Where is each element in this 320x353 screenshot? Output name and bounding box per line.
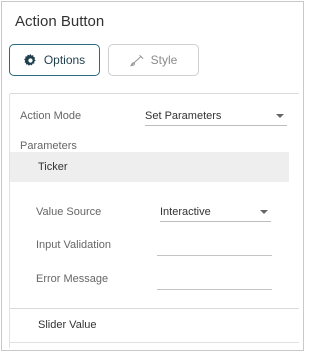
divider [10,342,299,343]
parameter-item-label: Ticker [38,161,68,173]
parameter-item-ticker[interactable]: Ticker [10,152,289,182]
panel-title: Action Button [15,13,105,30]
gear-icon [23,53,37,67]
chevron-down-icon [260,209,268,214]
value-source-label: Value Source [36,206,102,218]
action-mode-dropdown[interactable]: Set Parameters [145,106,287,126]
parameter-item-slider-value[interactable]: Slider Value [10,310,289,340]
brush-icon [129,54,144,67]
value-source-value: Interactive [160,205,211,218]
style-tab-label: Style [150,53,178,67]
chevron-down-icon [276,113,284,118]
options-tab-button[interactable]: Options [9,44,100,76]
input-validation-label: Input Validation [36,239,112,251]
options-tab-label: Options [43,53,86,67]
parameters-label: Parameters [20,140,77,152]
value-source-dropdown[interactable]: Interactive [160,202,271,222]
divider [10,93,299,94]
action-mode-label: Action Mode [20,110,82,122]
error-message-label: Error Message [36,273,109,285]
parameter-item-label: Slider Value [38,319,97,331]
input-validation-field[interactable] [157,255,272,256]
error-message-field[interactable] [157,289,272,290]
action-mode-value: Set Parameters [145,109,222,122]
style-tab-button[interactable]: Style [108,44,199,76]
action-button-panel: Action Button Options Style Action Mode … [1,1,304,351]
divider [10,308,299,309]
